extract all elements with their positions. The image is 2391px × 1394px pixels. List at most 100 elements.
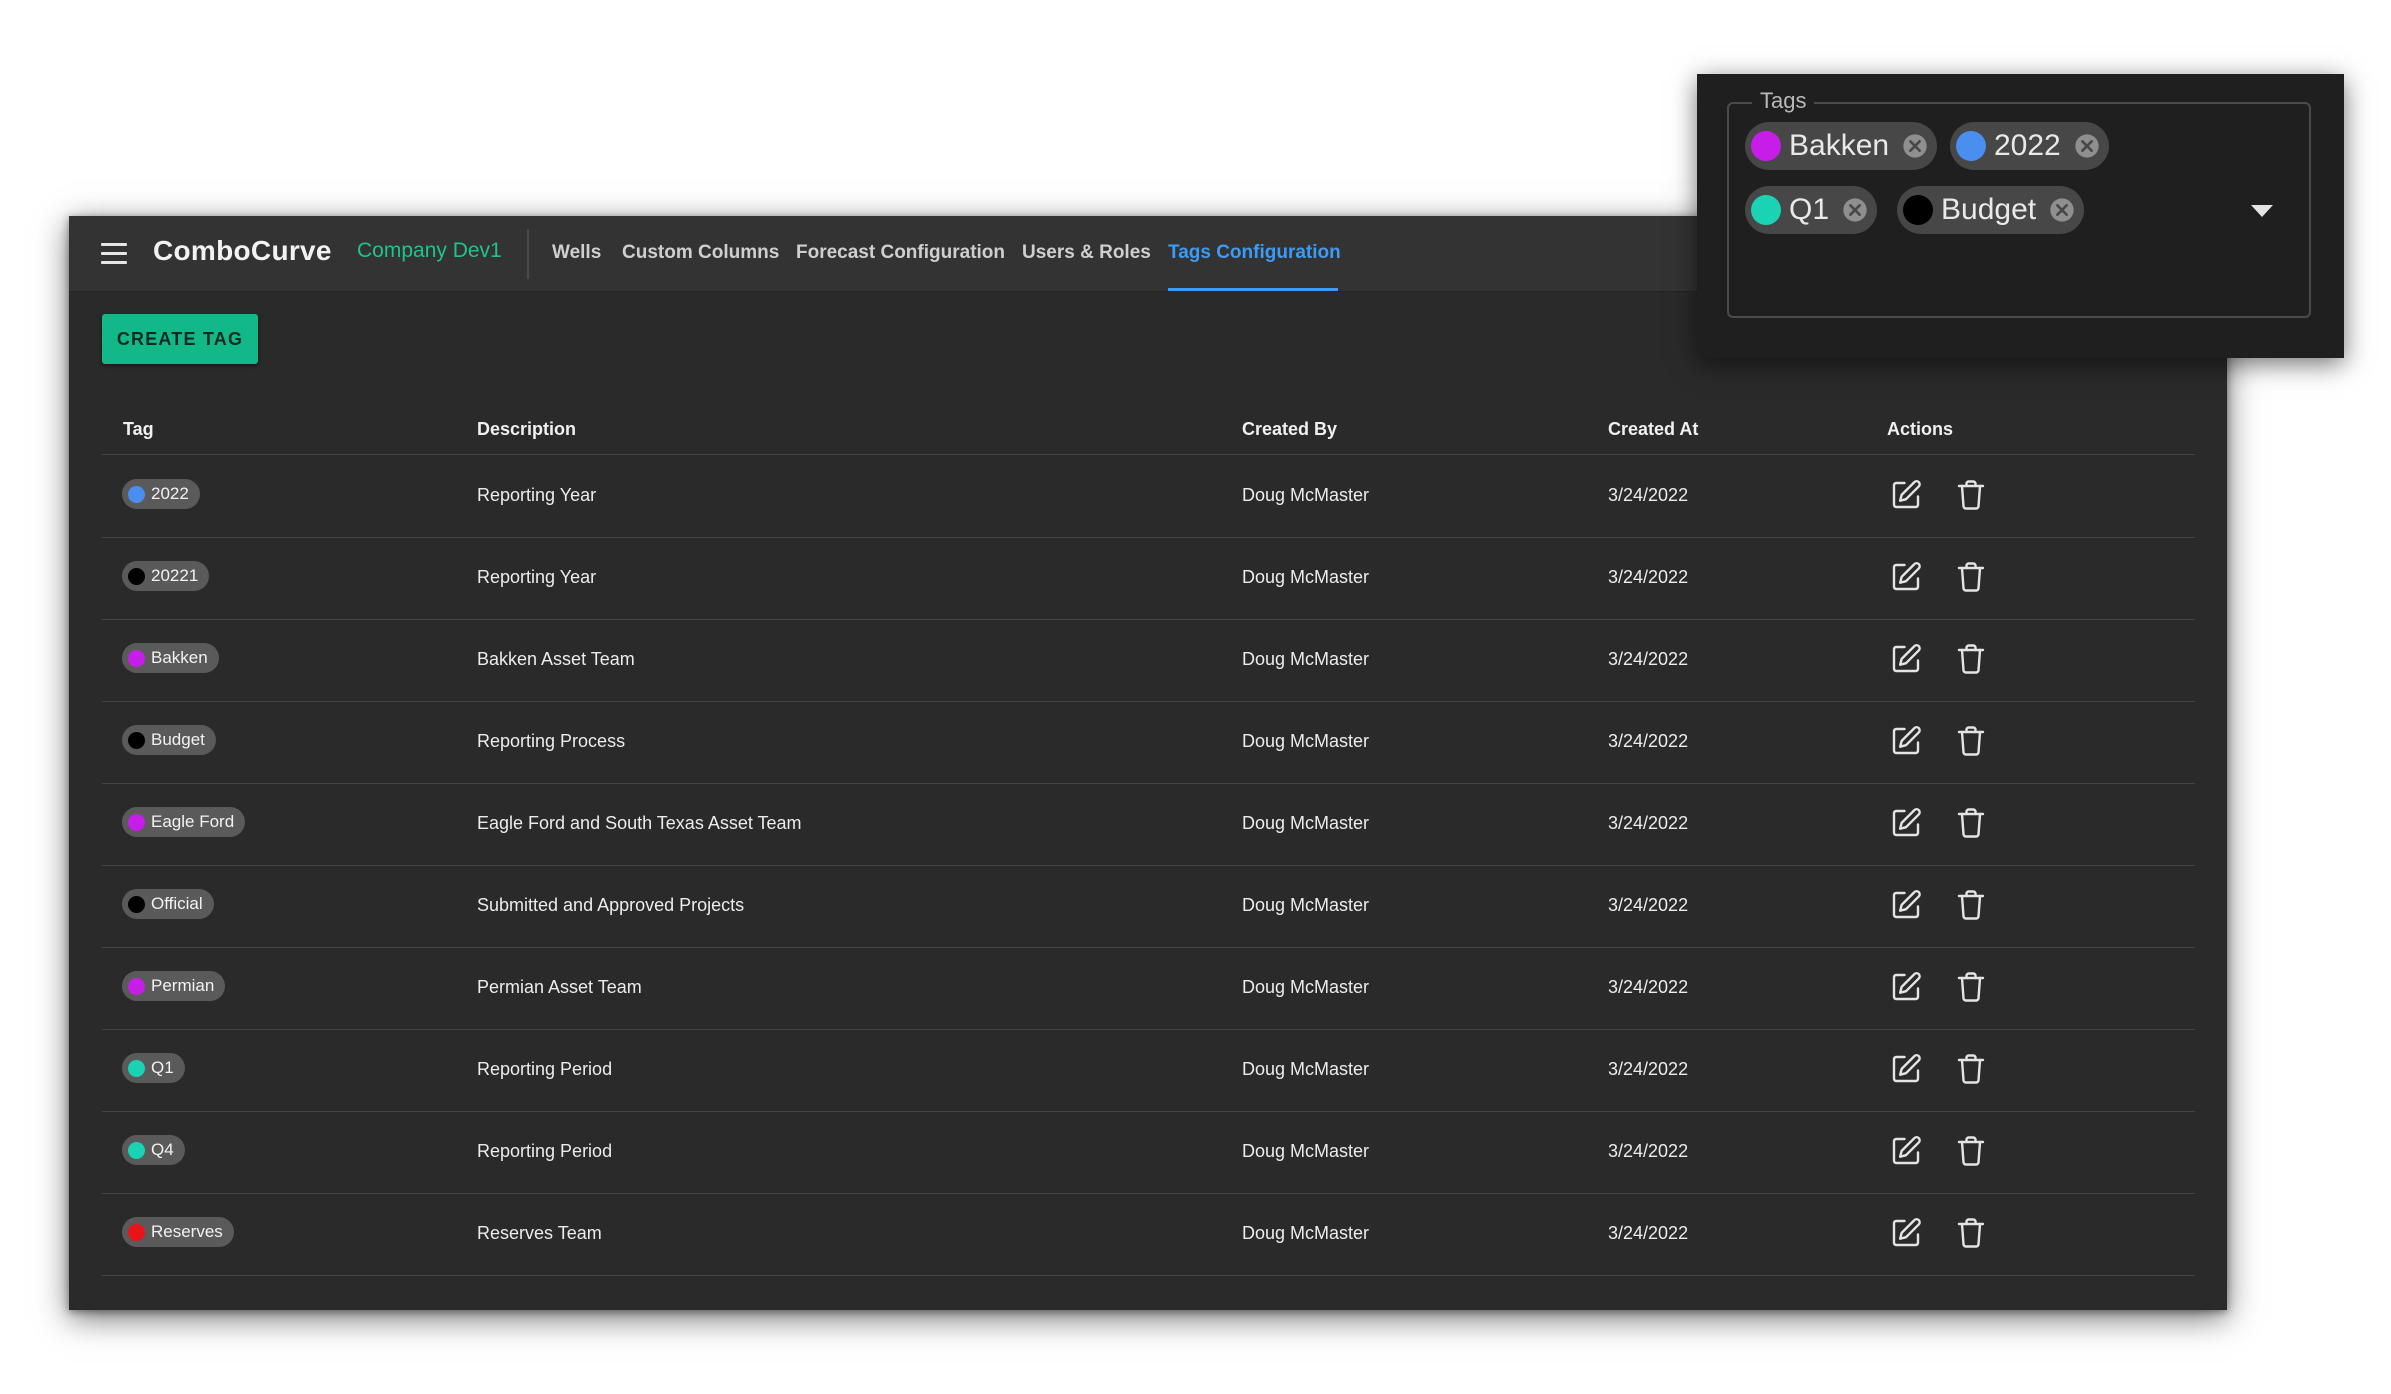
nav-tab-wells[interactable]: Wells: [552, 242, 601, 264]
tag-color-dot: [128, 485, 145, 503]
tag-name: 2022: [151, 484, 189, 503]
tag-name: Budget: [151, 730, 205, 749]
trash-icon[interactable]: [1953, 805, 1989, 841]
table-row: Q4 Reporting Period Doug McMaster 3/24/2…: [102, 1111, 2195, 1194]
column-header-description: Description: [477, 419, 577, 439]
tags-select-field[interactable]: Tags Bakken 2022 Q1 Budget: [1727, 88, 2311, 318]
tag-name: Bakken: [151, 648, 208, 667]
tag-description: Permian Asset Team: [477, 977, 642, 997]
column-header-actions: Actions: [1887, 419, 1954, 439]
table-row: 20221 Reporting Year Doug McMaster 3/24/…: [102, 537, 2195, 620]
tag-color-dot: [128, 731, 145, 749]
trash-icon[interactable]: [1953, 1215, 1989, 1251]
table-row: Bakken Bakken Asset Team Doug McMaster 3…: [102, 619, 2195, 702]
edit-icon[interactable]: [1888, 559, 1924, 595]
menu-icon[interactable]: [101, 243, 127, 265]
tag-chip: Reserves: [122, 1217, 234, 1247]
tag-chip: Official: [122, 889, 214, 919]
tag-color-dot: [1903, 195, 1933, 225]
tag-name: Eagle Ford: [151, 812, 235, 831]
edit-icon[interactable]: [1888, 1051, 1924, 1087]
table-row: Eagle Ford Eagle Ford and South Texas As…: [102, 783, 2195, 866]
trash-icon[interactable]: [1953, 477, 1989, 513]
trash-icon[interactable]: [1953, 1133, 1989, 1169]
tag-color-dot: [1956, 131, 1986, 161]
created-by: Doug McMaster: [1242, 485, 1370, 505]
created-by: Doug McMaster: [1242, 977, 1370, 997]
tag-name: Permian: [151, 976, 215, 995]
tag-chip: 20221: [122, 561, 210, 591]
nav-tab-tags-configuration[interactable]: Tags Configuration: [1168, 242, 1341, 264]
created-at: 3/24/2022: [1608, 731, 1689, 751]
edit-icon[interactable]: [1888, 641, 1924, 677]
selected-tag-chip[interactable]: 2022: [1950, 122, 2109, 170]
edit-icon[interactable]: [1888, 477, 1924, 513]
trash-icon[interactable]: [1953, 723, 1989, 759]
tag-description: Reporting Period: [477, 1059, 613, 1079]
cancel-icon[interactable]: [2073, 132, 2101, 160]
nav-tab-users-roles[interactable]: Users & Roles: [1022, 242, 1151, 264]
tag-chip: Q1: [122, 1053, 185, 1083]
tag-chip: 2022: [122, 479, 200, 509]
created-by: Doug McMaster: [1242, 567, 1370, 587]
edit-icon[interactable]: [1888, 723, 1924, 759]
column-header-tag: Tag: [123, 419, 154, 439]
table-row: Budget Reporting Process Doug McMaster 3…: [102, 701, 2195, 784]
tag-color-dot: [128, 649, 145, 667]
tags-popover: Tags Bakken 2022 Q1 Budget: [1697, 74, 2344, 358]
selected-tag-chip[interactable]: Budget: [1897, 186, 2085, 234]
created-by: Doug McMaster: [1242, 813, 1370, 833]
tag-description: Reporting Year: [477, 485, 597, 505]
create-tag-button[interactable]: CREATE TAG: [102, 314, 258, 364]
cancel-icon[interactable]: [2048, 196, 2076, 224]
tag-name: 20221: [151, 566, 199, 585]
tag-name: Q1: [151, 1058, 174, 1077]
selected-tag-label: Q1: [1789, 193, 1830, 226]
created-by: Doug McMaster: [1242, 895, 1370, 915]
edit-icon[interactable]: [1888, 1133, 1924, 1169]
tag-color-dot: [1751, 195, 1781, 225]
selected-tag-label: 2022: [1994, 129, 2061, 162]
selected-tag-chip[interactable]: Bakken: [1745, 122, 1938, 170]
tag-color-dot: [128, 1223, 145, 1241]
created-at: 3/24/2022: [1608, 1223, 1689, 1243]
created-at: 3/24/2022: [1608, 485, 1689, 505]
created-by: Doug McMaster: [1242, 1059, 1370, 1079]
tag-description: Eagle Ford and South Texas Asset Team: [477, 813, 802, 833]
company-name[interactable]: Company Dev1: [357, 239, 502, 263]
tag-description: Reporting Process: [477, 731, 626, 751]
table-row: Reserves Reserves Team Doug McMaster 3/2…: [102, 1193, 2195, 1276]
nav-divider: [527, 229, 529, 279]
selected-tag-chip[interactable]: Q1: [1745, 186, 1878, 234]
table-row: 2022 Reporting Year Doug McMaster 3/24/2…: [102, 455, 2195, 538]
tag-chip: Q4: [122, 1135, 185, 1165]
tag-color-dot: [128, 1059, 145, 1077]
caret-down-icon[interactable]: [2251, 205, 2273, 217]
tags-field-legend: Tags: [1752, 88, 1815, 114]
created-by: Doug McMaster: [1242, 649, 1370, 669]
created-by: Doug McMaster: [1242, 1141, 1370, 1161]
nav-tab-custom-columns[interactable]: Custom Columns: [622, 242, 779, 264]
edit-icon[interactable]: [1888, 805, 1924, 841]
nav-tab-forecast-configuration[interactable]: Forecast Configuration: [796, 242, 1005, 264]
edit-icon[interactable]: [1888, 887, 1924, 923]
cancel-icon[interactable]: [1901, 132, 1929, 160]
trash-icon[interactable]: [1953, 641, 1989, 677]
trash-icon[interactable]: [1953, 969, 1989, 1005]
trash-icon[interactable]: [1953, 559, 1989, 595]
tag-description: Reporting Year: [477, 567, 597, 587]
app-logo: ComboCurve: [153, 235, 332, 266]
trash-icon[interactable]: [1953, 887, 1989, 923]
tag-description: Reporting Period: [477, 1141, 613, 1161]
tag-color-dot: [128, 813, 145, 831]
edit-icon[interactable]: [1888, 969, 1924, 1005]
created-by: Doug McMaster: [1242, 1223, 1370, 1243]
cancel-icon[interactable]: [1841, 196, 1869, 224]
tag-color-dot: [128, 895, 145, 913]
tag-color-dot: [1751, 131, 1781, 161]
trash-icon[interactable]: [1953, 1051, 1989, 1087]
created-at: 3/24/2022: [1608, 813, 1689, 833]
tag-color-dot: [128, 977, 145, 995]
edit-icon[interactable]: [1888, 1215, 1924, 1251]
tag-chip: Budget: [122, 725, 216, 755]
